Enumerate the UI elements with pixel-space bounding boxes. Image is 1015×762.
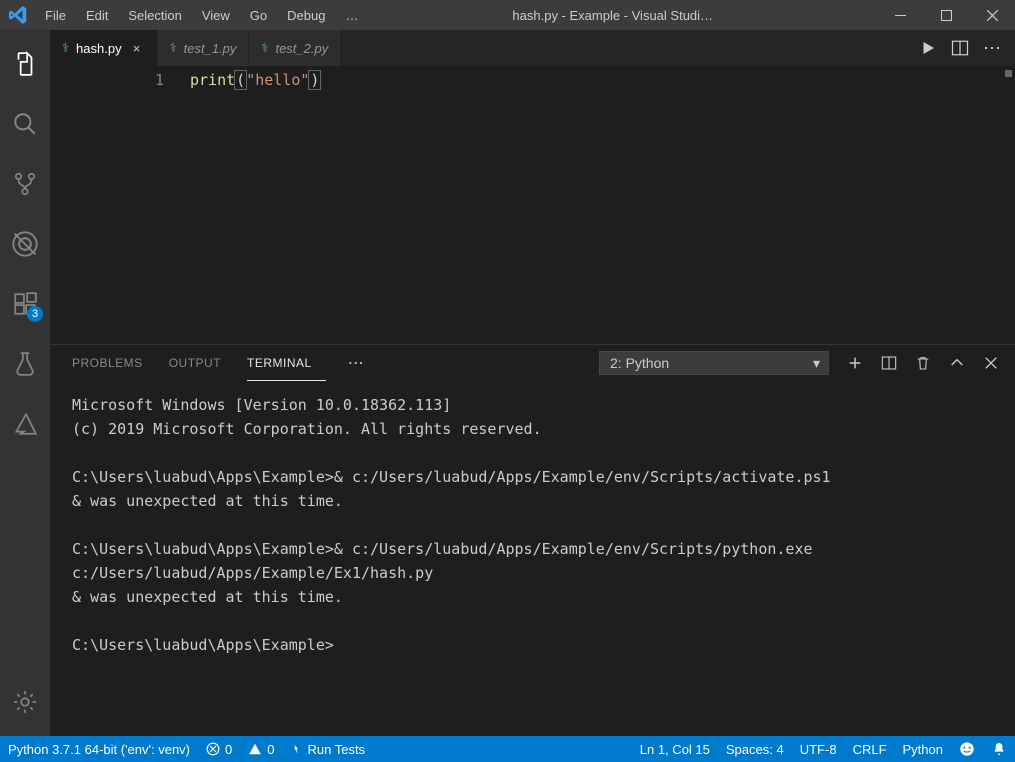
close-panel-icon[interactable] <box>983 355 999 371</box>
status-encoding[interactable]: UTF-8 <box>792 736 845 762</box>
editor-group: ⚕ hash.py × ⚕ test_1.py ⚕ test_2.py ⋯ 1 … <box>50 30 1015 736</box>
editor-tabs: ⚕ hash.py × ⚕ test_1.py ⚕ test_2.py ⋯ <box>50 30 1015 66</box>
tab-label: hash.py <box>76 41 122 56</box>
menu-go[interactable]: Go <box>240 2 277 29</box>
close-button[interactable] <box>969 0 1015 30</box>
menu-more[interactable]: … <box>335 2 368 29</box>
code-editor[interactable]: 1 print("hello") <box>50 66 1015 344</box>
status-eol[interactable]: CRLF <box>845 736 895 762</box>
minimap[interactable] <box>1005 70 1012 77</box>
azure-icon[interactable] <box>1 400 49 448</box>
minimize-button[interactable] <box>877 0 923 30</box>
panel-header: PROBLEMS OUTPUT TERMINAL ⋯ 2: Python <box>50 345 1015 381</box>
window-controls <box>877 0 1015 30</box>
menu-view[interactable]: View <box>192 2 240 29</box>
tab-label: test_2.py <box>275 41 328 56</box>
panel-tab-terminal[interactable]: TERMINAL <box>247 345 326 381</box>
kill-terminal-icon[interactable] <box>915 355 931 371</box>
terminal-select[interactable]: 2: Python <box>599 351 829 375</box>
status-python-interpreter[interactable]: Python 3.7.1 64-bit ('env': venv) <box>0 736 198 762</box>
editor-actions: ⋯ <box>919 30 1015 66</box>
close-icon[interactable]: × <box>129 41 145 56</box>
menu-debug[interactable]: Debug <box>277 2 335 29</box>
status-spaces[interactable]: Spaces: 4 <box>718 736 792 762</box>
more-icon[interactable]: ⋯ <box>983 38 1001 59</box>
status-ln-col[interactable]: Ln 1, Col 15 <box>632 736 718 762</box>
vscode-logo-icon <box>0 6 35 24</box>
title-bar: File Edit Selection View Go Debug … hash… <box>0 0 1015 30</box>
status-bell-icon[interactable] <box>983 736 1015 762</box>
extensions-badge: 3 <box>27 306 43 322</box>
split-terminal-icon[interactable] <box>881 355 897 371</box>
settings-gear-icon[interactable] <box>1 678 49 726</box>
panel-tab-output[interactable]: OUTPUT <box>169 345 235 381</box>
window-title: hash.py - Example - Visual Studi… <box>368 8 877 23</box>
status-language[interactable]: Python <box>895 736 951 762</box>
run-icon[interactable] <box>919 39 937 57</box>
panel-tab-problems[interactable]: PROBLEMS <box>72 345 157 381</box>
code-line: print("hello") <box>190 70 1015 344</box>
menu-selection[interactable]: Selection <box>118 2 191 29</box>
python-file-icon: ⚕ <box>170 40 177 56</box>
line-number: 1 <box>50 70 190 344</box>
activity-bar: 3 <box>0 30 50 736</box>
menu-file[interactable]: File <box>35 2 76 29</box>
tab-test-2-py[interactable]: ⚕ test_2.py <box>249 30 341 66</box>
explorer-icon[interactable] <box>1 40 49 88</box>
status-feedback-icon[interactable] <box>951 736 983 762</box>
tab-hash-py[interactable]: ⚕ hash.py × <box>50 30 158 66</box>
testing-icon[interactable] <box>1 340 49 388</box>
maximize-panel-icon[interactable] <box>949 355 965 371</box>
tab-test-1-py[interactable]: ⚕ test_1.py <box>158 30 250 66</box>
split-editor-icon[interactable] <box>951 39 969 57</box>
new-terminal-icon[interactable] <box>847 355 863 371</box>
status-bar: Python 3.7.1 64-bit ('env': venv) 0 0 Ru… <box>0 736 1015 762</box>
maximize-button[interactable] <box>923 0 969 30</box>
status-warnings[interactable]: 0 <box>240 736 282 762</box>
panel-more-icon[interactable]: ⋯ <box>338 353 374 373</box>
search-icon[interactable] <box>1 100 49 148</box>
terminal-content[interactable]: Microsoft Windows [Version 10.0.18362.11… <box>50 381 1015 736</box>
panel: PROBLEMS OUTPUT TERMINAL ⋯ 2: Python Mic… <box>50 344 1015 736</box>
source-control-icon[interactable] <box>1 160 49 208</box>
extensions-icon[interactable]: 3 <box>1 280 49 328</box>
status-run-tests[interactable]: Run Tests <box>282 736 373 762</box>
tab-label: test_1.py <box>184 41 237 56</box>
python-file-icon: ⚕ <box>261 40 268 56</box>
debug-icon[interactable] <box>1 220 49 268</box>
python-file-icon: ⚕ <box>62 40 69 56</box>
menu-bar: File Edit Selection View Go Debug … <box>35 2 368 29</box>
menu-edit[interactable]: Edit <box>76 2 118 29</box>
status-errors[interactable]: 0 <box>198 736 240 762</box>
